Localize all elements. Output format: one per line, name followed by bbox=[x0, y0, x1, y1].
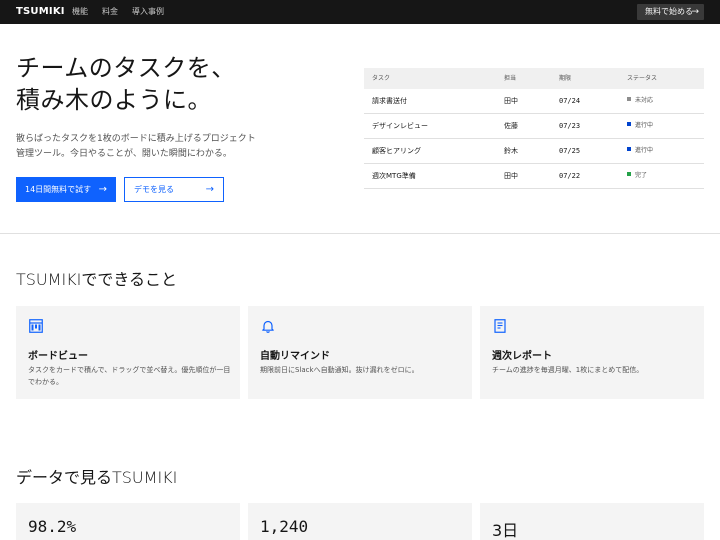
feature-title: 自動リマインド bbox=[260, 351, 330, 362]
start-free-button[interactable]: 無料で始める → bbox=[637, 4, 704, 20]
free-trial-button[interactable]: 14日間無料で試す → bbox=[16, 177, 116, 202]
hero-description-line-1: 散らばったタスクを1枚のボードに積み上げるプロジェクト bbox=[16, 134, 256, 144]
bell-icon bbox=[262, 320, 274, 333]
task-table-header: タスク 担当 期限 ステータス bbox=[364, 68, 704, 89]
task-due: 07/24 bbox=[559, 97, 581, 105]
column-header-owner: 担当 bbox=[504, 75, 517, 82]
hero-title-line-1: チームのタスクを、 bbox=[16, 54, 236, 82]
board-icon bbox=[29, 319, 43, 333]
table-row[interactable]: 請求書送付 田中 07/24 未対応 bbox=[364, 89, 704, 114]
task-name: 請求書送付 bbox=[372, 97, 407, 105]
feature-text: 期限前日にSlackへ自動通知。抜け漏れをゼロに。 bbox=[260, 366, 419, 374]
feature-text: チームの進捗を毎週月曜、1枚にまとめて配信。 bbox=[492, 366, 644, 374]
stat-value: 3日 bbox=[492, 521, 519, 540]
feature-card-reminder: 自動リマインド 期限前日にSlackへ自動通知。抜け漏れをゼロに。 bbox=[248, 306, 472, 399]
status-dot-icon bbox=[627, 147, 631, 151]
table-row[interactable]: 週次MTG準備 田中 07/22 完了 bbox=[364, 164, 704, 189]
status-label: 進行中 bbox=[635, 147, 654, 154]
task-owner: 田中 bbox=[504, 172, 518, 180]
stat-card: 1,240 bbox=[248, 503, 472, 540]
hero-description-line-2: 管理ツール。今日やることが、開いた瞬間にわかる。 bbox=[16, 149, 232, 159]
task-status: 未対応 bbox=[627, 89, 653, 113]
arrow-right-icon: → bbox=[98, 184, 107, 195]
table-row[interactable]: デザインレビュー 佐藤 07/23 進行中 bbox=[364, 114, 704, 139]
feature-card-report: 週次レポート チームの進捗を毎週月曜、1枚にまとめて配信。 bbox=[480, 306, 704, 399]
task-due: 07/25 bbox=[559, 147, 581, 155]
arrow-right-icon: → bbox=[205, 184, 214, 195]
table-row[interactable]: 顧客ヒアリング 鈴木 07/25 進行中 bbox=[364, 139, 704, 164]
column-header-status: ステータス bbox=[627, 75, 658, 82]
brand-logo[interactable]: TSUMIKI bbox=[16, 0, 65, 24]
nav-item-cases[interactable]: 導入事例 bbox=[132, 0, 164, 24]
task-due: 07/22 bbox=[559, 172, 581, 180]
status-label: 完了 bbox=[635, 172, 648, 179]
task-name: 週次MTG準備 bbox=[372, 172, 416, 180]
stat-card: 3日 bbox=[480, 503, 704, 540]
stat-value: 1,240 bbox=[260, 517, 309, 536]
main-nav: 機能 料金 導入事例 bbox=[72, 0, 178, 24]
stats-title: データで見るTSUMIKI bbox=[16, 468, 178, 487]
nav-item-pricing[interactable]: 料金 bbox=[102, 0, 118, 24]
task-status: 進行中 bbox=[627, 139, 653, 163]
task-name: 顧客ヒアリング bbox=[372, 147, 421, 155]
task-owner: 鈴木 bbox=[504, 147, 518, 155]
task-name: デザインレビュー bbox=[372, 122, 428, 130]
hero-title: チームのタスクを、 積み木のように。 bbox=[16, 52, 236, 116]
section-divider bbox=[0, 233, 720, 234]
feature-title: ボードビュー bbox=[28, 351, 88, 362]
hero-title-line-2: 積み木のように。 bbox=[16, 86, 212, 114]
task-status: 進行中 bbox=[627, 114, 653, 138]
stat-card: 98.2% bbox=[16, 503, 240, 540]
feature-text: タスクをカードで積んで、ドラッグで並べ替え。優先順位が一目でわかる。 bbox=[28, 366, 231, 386]
nav-item-features[interactable]: 機能 bbox=[72, 0, 88, 24]
stat-value: 98.2% bbox=[28, 517, 77, 536]
start-free-button-label: 無料で始める bbox=[645, 7, 693, 16]
column-header-task: タスク bbox=[372, 75, 391, 82]
free-trial-button-label: 14日間無料で試す bbox=[25, 185, 92, 194]
top-navigation-bar: TSUMIKI 機能 料金 導入事例 無料で始める → bbox=[0, 0, 720, 24]
column-header-due: 期限 bbox=[559, 75, 572, 82]
task-table: タスク 担当 期限 ステータス 請求書送付 田中 07/24 未対応 デザインレ… bbox=[364, 68, 704, 189]
status-label: 未対応 bbox=[635, 97, 654, 104]
task-due: 07/23 bbox=[559, 122, 581, 130]
status-label: 進行中 bbox=[635, 122, 654, 129]
task-owner: 佐藤 bbox=[504, 122, 518, 130]
task-owner: 田中 bbox=[504, 97, 518, 105]
arrow-right-icon: → bbox=[691, 7, 699, 17]
hero-description: 散らばったタスクを1枚のボードに積み上げるプロジェクト 管理ツール。今日やること… bbox=[16, 132, 266, 162]
task-status: 完了 bbox=[627, 164, 647, 188]
status-dot-icon bbox=[627, 122, 631, 126]
report-icon bbox=[494, 319, 506, 333]
features-title: TSUMIKIでできること bbox=[16, 270, 178, 289]
status-dot-icon bbox=[627, 97, 631, 101]
feature-title: 週次レポート bbox=[492, 351, 552, 362]
demo-button[interactable]: デモを見る → bbox=[124, 177, 224, 202]
status-dot-icon bbox=[627, 172, 631, 176]
demo-button-label: デモを見る bbox=[134, 185, 174, 194]
feature-card-board: ボードビュー タスクをカードで積んで、ドラッグで並べ替え。優先順位が一目でわかる… bbox=[16, 306, 240, 399]
